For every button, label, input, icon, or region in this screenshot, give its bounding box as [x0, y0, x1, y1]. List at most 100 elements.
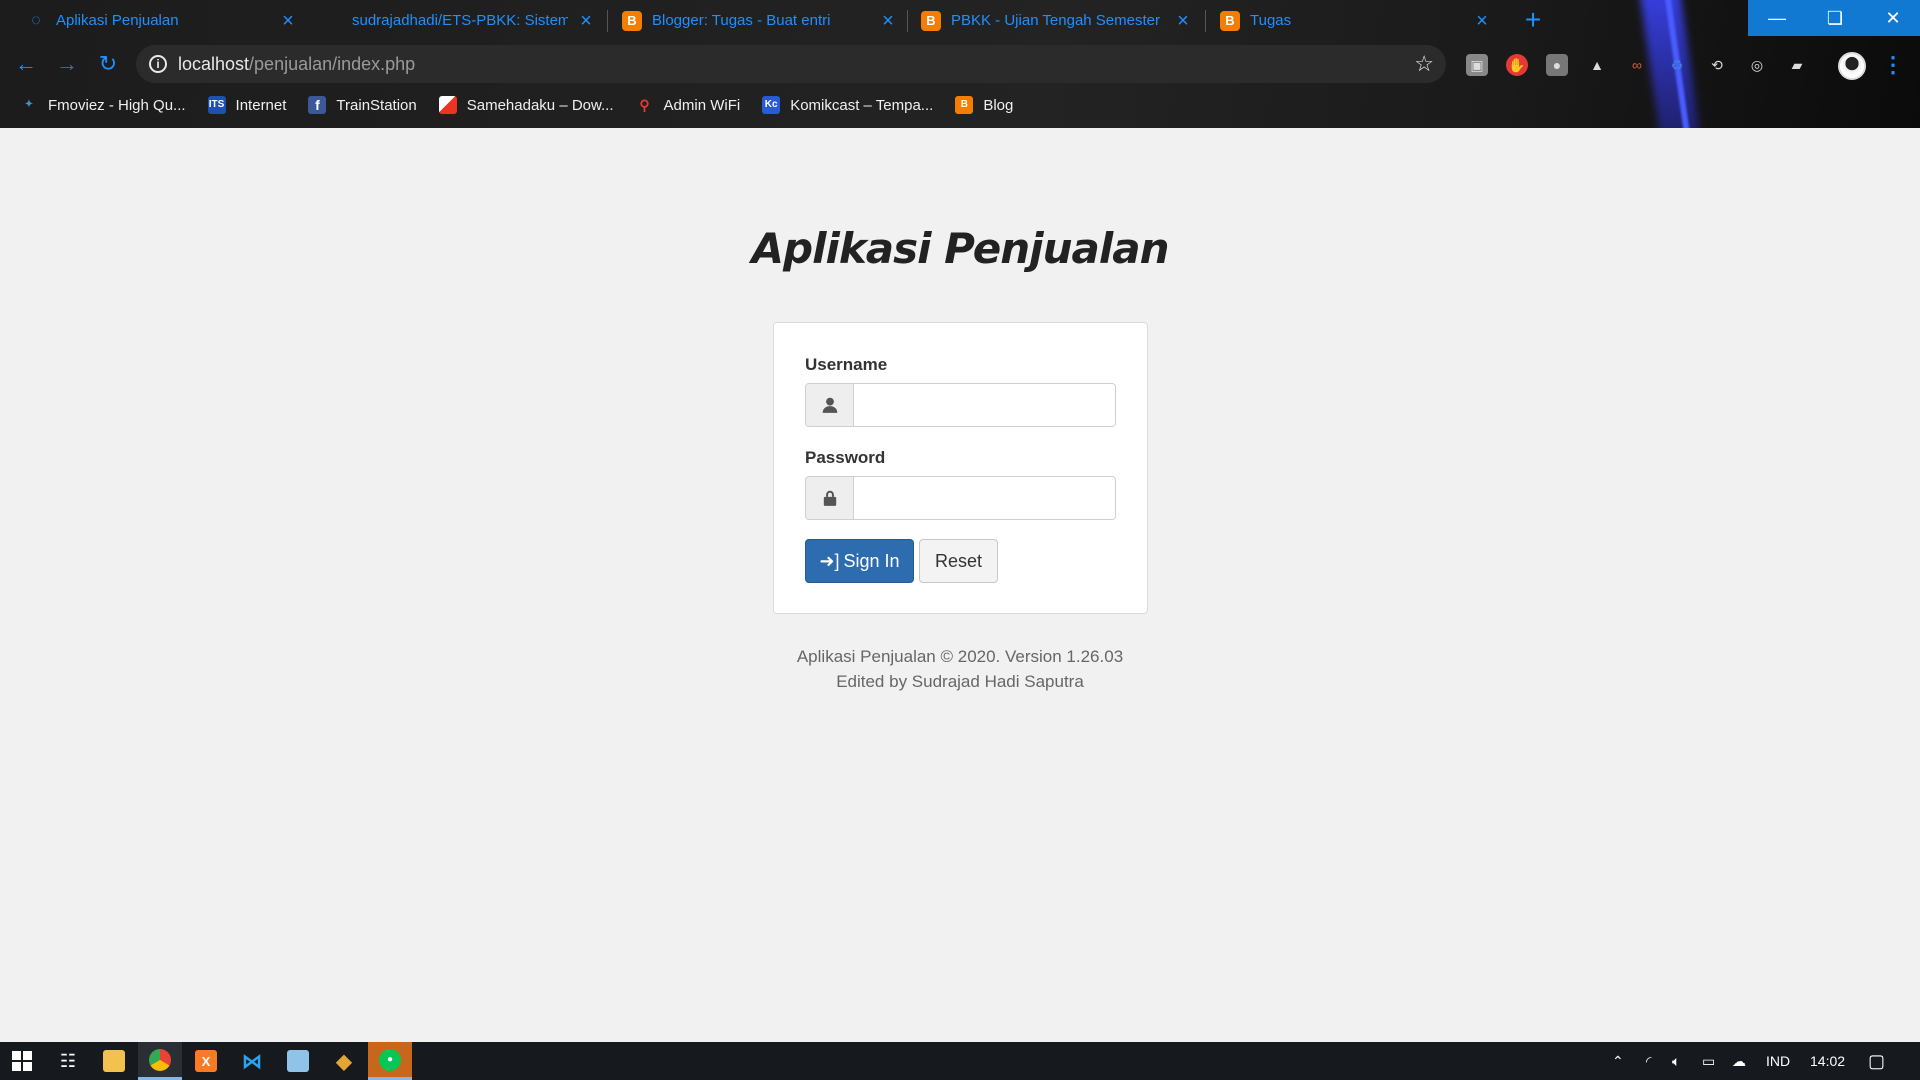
tab-blogger-entri[interactable]: B Blogger: Tugas - Buat entri × — [622, 0, 898, 41]
drive-icon[interactable]: ▲ — [1586, 54, 1608, 76]
windows-taskbar: ☷ X ⋈ ◆ ● ⌃ ◜ 🔈︎ ▭ ☁ IND 14:02 ▢ — [0, 1042, 1920, 1080]
site-info-icon[interactable]: i — [149, 55, 167, 73]
sign-in-label: Sign In — [843, 550, 900, 571]
vscode-icon[interactable]: ⋈ — [230, 1042, 274, 1080]
volume-icon[interactable]: 🔈︎ — [1672, 1042, 1680, 1080]
password-label: Password — [805, 448, 886, 467]
tab-title: Aplikasi Penjualan — [56, 12, 179, 29]
tab-github-repo[interactable]: sudrajadhadi/ETS-PBKK: Sistem in × — [352, 0, 596, 41]
url-host: localhost — [178, 54, 250, 74]
bookmark-label: Blog — [983, 96, 1014, 114]
url-path: /penjualan/index.php — [249, 54, 416, 74]
user-icon — [806, 384, 854, 426]
app-title: Aplikasi Penjualan — [751, 224, 1170, 273]
notifications-icon[interactable]: ▢ — [1868, 1042, 1885, 1080]
bookmark-internet[interactable]: ITS Internet — [207, 96, 286, 114]
page-content: Aplikasi Penjualan Username Password ➜] … — [0, 128, 1920, 1042]
chat-extension-icon[interactable]: ● — [1546, 54, 1568, 76]
bookmark-label: TrainStation — [336, 96, 417, 114]
address-bar[interactable]: i localhost/penjualan/index.php ☆ — [136, 45, 1446, 83]
profile-avatar[interactable] — [1838, 52, 1866, 80]
extension-icon[interactable]: ▣ — [1466, 54, 1488, 76]
github-icon: ◌ — [31, 11, 41, 29]
extension-circle-icon[interactable]: ◎ — [1746, 54, 1768, 76]
xampp-icon[interactable]: X — [184, 1042, 228, 1080]
tab-title: sudrajadhadi/ETS-PBKK: Sistem in — [352, 12, 568, 29]
restore-button[interactable]: ❏ — [1806, 0, 1864, 36]
language-indicator[interactable]: IND — [1766, 1042, 1790, 1080]
sign-in-icon: ➜] — [819, 550, 840, 571]
close-tab-icon[interactable]: × — [278, 11, 298, 31]
sign-in-button[interactable]: ➜] Sign In — [805, 539, 914, 583]
history-icon[interactable]: ⟲ — [1706, 54, 1728, 76]
git-icon[interactable]: ◆ — [322, 1042, 366, 1080]
tab-title: Blogger: Tugas - Buat entri — [652, 12, 831, 29]
line-app-icon[interactable]: ● — [368, 1042, 412, 1080]
close-window-button[interactable]: ✕ — [1864, 0, 1920, 36]
bookmark-trainstation[interactable]: f TrainStation — [308, 96, 417, 114]
bookmark-blog[interactable]: B Blog — [955, 96, 1013, 114]
its-icon: ITS — [207, 96, 226, 114]
bookmark-star-icon[interactable]: ☆ — [1414, 51, 1434, 77]
bookmark-komikcast[interactable]: Kc Komikcast – Tempa... — [762, 96, 933, 114]
translate-extension-icon[interactable]: ∞ — [1626, 54, 1648, 76]
recycle-icon[interactable]: ♻ — [1666, 54, 1688, 76]
chrome-icon[interactable] — [138, 1042, 182, 1080]
close-tab-icon[interactable]: × — [1173, 11, 1193, 31]
samehadaku-icon — [438, 96, 457, 114]
password-input-group — [805, 476, 1116, 520]
tab-title: Tugas — [1250, 12, 1292, 29]
username-input[interactable] — [854, 384, 1115, 426]
tab-strip: ◌ Aplikasi Penjualan × sudrajadhadi/ETS-… — [0, 0, 1920, 41]
blogger-icon: B — [921, 10, 941, 31]
tab-separator — [1205, 10, 1206, 32]
tab-pbkk-uts[interactable]: B PBKK - Ujian Tengah Semester 20 × — [921, 0, 1193, 41]
minimize-button[interactable]: — — [1748, 0, 1806, 36]
blogger-icon: B — [622, 10, 642, 31]
komikcast-icon: Kc — [762, 96, 781, 114]
facebook-icon: f — [308, 96, 327, 114]
adblock-icon[interactable]: ✋ — [1506, 54, 1528, 76]
notepad-icon[interactable] — [276, 1042, 320, 1080]
bookmark-label: Komikcast – Tempa... — [790, 96, 934, 114]
close-tab-icon[interactable]: × — [878, 11, 898, 31]
network-icon[interactable]: ◜ — [1646, 1042, 1651, 1080]
battery-icon[interactable]: ▭ — [1702, 1042, 1715, 1080]
url-text[interactable]: localhost/penjualan/index.php — [178, 54, 415, 75]
tab-tugas[interactable]: B Tugas × — [1220, 0, 1492, 41]
close-tab-icon[interactable]: × — [1472, 11, 1492, 31]
tab-aplikasi-penjualan[interactable]: ◌ Aplikasi Penjualan × — [26, 0, 298, 41]
forward-button[interactable]: → — [53, 50, 81, 78]
bookmark-samehadaku[interactable]: Samehadaku – Dow... — [438, 96, 614, 114]
lock-icon — [806, 477, 854, 519]
clock[interactable]: 14:02 — [1810, 1042, 1845, 1080]
back-button[interactable]: ← — [12, 50, 40, 78]
password-input[interactable] — [854, 477, 1115, 519]
windows-start-icon[interactable] — [0, 1042, 44, 1080]
bookmarks-bar: ✦ Fmoviez - High Qu... ITS Internet f Tr… — [0, 92, 1920, 118]
wifi-icon: ⚲ — [639, 97, 650, 113]
tab-title: PBKK - Ujian Tengah Semester 20 — [951, 12, 1165, 29]
onedrive-icon[interactable]: ☁ — [1732, 1042, 1746, 1080]
menu-kebab-icon[interactable]: ⋮ — [1882, 52, 1904, 78]
task-view-icon[interactable]: ☷ — [46, 1042, 90, 1080]
close-tab-icon[interactable]: × — [576, 11, 596, 31]
puzzle-icon[interactable]: ▰ — [1786, 54, 1808, 76]
new-tab-button[interactable]: + — [1518, 6, 1548, 36]
reset-button[interactable]: Reset — [919, 539, 998, 583]
reload-button[interactable]: ↻ — [94, 50, 122, 78]
bookmark-label: Samehadaku – Dow... — [466, 96, 614, 114]
file-explorer-icon[interactable] — [92, 1042, 136, 1080]
login-panel: Username Password ➜] Sign In Reset — [773, 322, 1148, 614]
footer-copyright: Aplikasi Penjualan © 2020. Version 1.26.… — [796, 647, 1124, 666]
show-hidden-icons[interactable]: ⌃ — [1612, 1042, 1624, 1080]
bookmark-label: Fmoviez - High Qu... — [48, 96, 186, 114]
username-input-group — [805, 383, 1116, 427]
fmoviez-icon: ✦ — [24, 99, 34, 110]
bookmark-admin-wifi[interactable]: ⚲ Admin WiFi — [636, 96, 741, 114]
blogger-icon: B — [955, 96, 974, 114]
browser-toolbar: ← → ↻ i localhost/penjualan/index.php ☆ … — [0, 44, 1920, 84]
bookmark-fmoviez[interactable]: ✦ Fmoviez - High Qu... — [20, 96, 186, 114]
bookmark-label: Admin WiFi — [663, 96, 741, 114]
blogger-icon: B — [1220, 10, 1240, 31]
